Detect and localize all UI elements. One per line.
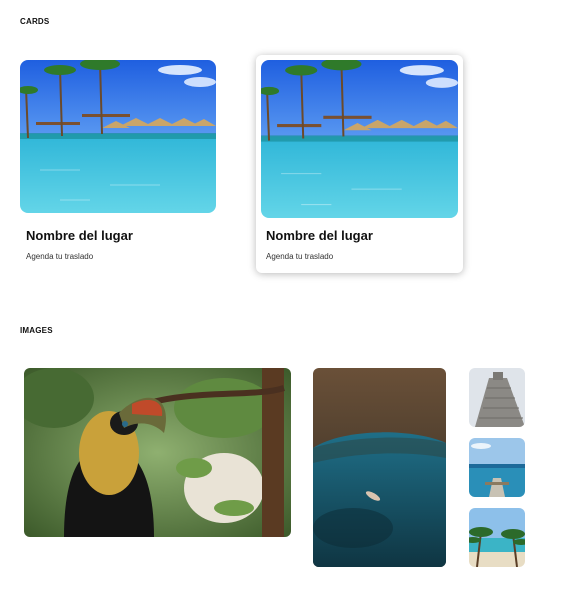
images-section-label: IMAGES xyxy=(20,326,53,335)
place-card-image xyxy=(261,60,458,218)
place-card-subtitle: Agenda tu traslado xyxy=(26,252,94,261)
toucan-image xyxy=(24,368,291,537)
cenote-image xyxy=(313,368,446,567)
place-card-hover[interactable]: Nombre del lugar Agenda tu traslado xyxy=(256,55,463,273)
place-card[interactable]: Nombre del lugar Agenda tu traslado xyxy=(18,58,218,270)
cards-section-label: CARDS xyxy=(20,17,50,26)
place-card-title: Nombre del lugar xyxy=(26,228,133,243)
pyramid-image xyxy=(469,368,525,427)
place-card-title: Nombre del lugar xyxy=(266,228,373,243)
palm-beach-image xyxy=(469,508,525,567)
beach-pier-image xyxy=(469,438,525,497)
place-card-subtitle: Agenda tu traslado xyxy=(266,252,334,261)
place-card-image xyxy=(20,60,216,213)
